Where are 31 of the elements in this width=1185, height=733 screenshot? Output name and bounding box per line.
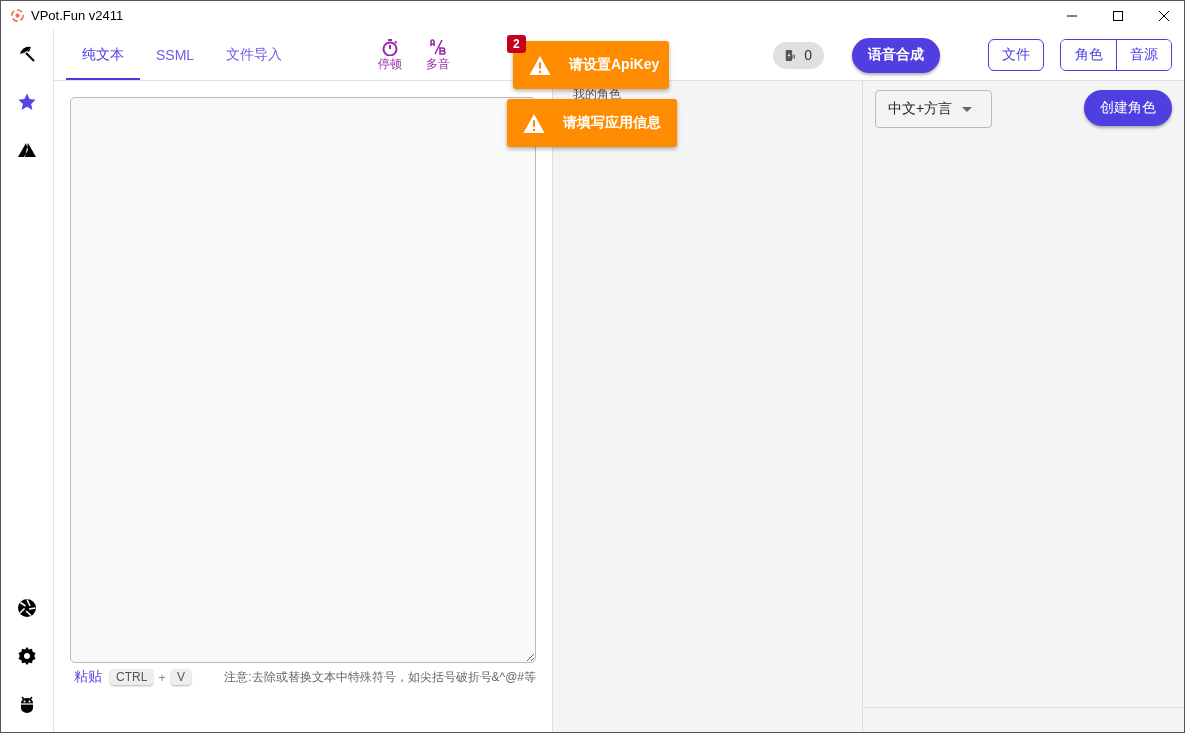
close-icon[interactable] bbox=[1158, 9, 1170, 22]
tool-button[interactable]: 多音 bbox=[424, 37, 453, 73]
star-icon[interactable] bbox=[17, 92, 37, 112]
timer-icon bbox=[381, 37, 400, 56]
counter-chip: 0 bbox=[773, 41, 824, 69]
plus-sign: + bbox=[158, 669, 166, 685]
aperture-icon[interactable] bbox=[17, 598, 37, 618]
synthesize-button[interactable]: 语音合成 bbox=[852, 37, 940, 73]
settings-icon[interactable] bbox=[17, 646, 37, 666]
warning-icon bbox=[529, 55, 551, 75]
key-cap: CTRL bbox=[110, 669, 154, 685]
create-role-button[interactable]: 创建角色 bbox=[1084, 90, 1172, 126]
tab[interactable]: 纯文本 bbox=[66, 30, 140, 80]
tab[interactable]: 文件导入 bbox=[210, 30, 299, 80]
segment-button[interactable]: 音源 bbox=[1116, 40, 1171, 70]
file-button[interactable]: 文件 bbox=[988, 39, 1044, 71]
ab-icon bbox=[429, 37, 448, 56]
tab[interactable]: SSML bbox=[140, 30, 211, 80]
tool-button[interactable]: 停顿 bbox=[376, 37, 405, 73]
window-title: VPot.Fun v2411 bbox=[31, 8, 124, 23]
count-badge: 2 bbox=[507, 35, 526, 53]
key-cap: V bbox=[170, 669, 191, 685]
app-logo-icon bbox=[10, 8, 25, 23]
maximize-icon[interactable] bbox=[1112, 9, 1124, 22]
dialect-dropdown[interactable]: 中文+方言 bbox=[875, 90, 992, 128]
toast-message: 请填写应用信息 bbox=[563, 114, 661, 132]
note-text: 注意:去除或替换文本中特殊符号，如尖括号破折号&^@#等 bbox=[224, 668, 536, 686]
caret-icon bbox=[962, 106, 973, 112]
toast-message: 请设置ApiKey bbox=[569, 56, 660, 74]
warning-icon bbox=[523, 113, 545, 133]
paste-link[interactable]: 粘贴 bbox=[74, 668, 102, 686]
